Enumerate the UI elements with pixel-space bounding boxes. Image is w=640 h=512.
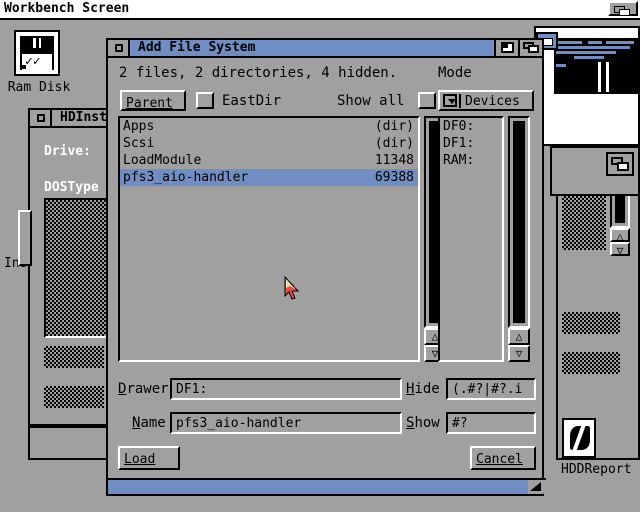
load-button-label: Load <box>124 452 156 467</box>
workbench-screen: Workbench Screen ✓✓ Ram Disk △ ▽ HDDRepo… <box>0 0 640 512</box>
ghost-button-1[interactable] <box>562 312 620 334</box>
size-gadget-icon[interactable] <box>528 480 546 494</box>
hdinstall-button-2[interactable] <box>44 386 104 408</box>
mode-cycle-value: Devices <box>465 94 520 109</box>
cancel-button-label: Cancel <box>476 452 523 467</box>
file-name: Apps <box>123 119 155 134</box>
show-field-label: Show <box>406 415 440 431</box>
hdinstall-label-dostype: DOSType <box>44 180 99 195</box>
hddreport-tool-icon <box>562 418 596 458</box>
depth-gadget-icon <box>614 6 632 16</box>
devices-scrollbar[interactable] <box>508 116 530 328</box>
eastdir-label: EastDir <box>222 93 282 109</box>
background-terminal-window[interactable] <box>534 26 640 146</box>
parent-button[interactable]: Parent <box>120 90 186 111</box>
hide-field-label: Hide <box>406 381 440 397</box>
dialog-title-bar[interactable]: Add File System <box>108 40 542 58</box>
devices-listview[interactable]: DF0: DF1: RAM: <box>438 116 504 362</box>
drawer-field-label: Drawer <box>118 381 169 397</box>
dialog-title-gadgets <box>494 40 542 56</box>
add-file-system-dialog[interactable]: Add File System 2 files, 2 directories, … <box>106 38 546 496</box>
file-list-item[interactable]: Scsi (dir) <box>120 135 418 152</box>
device-list-item[interactable]: RAM: <box>440 152 502 169</box>
name-input-value: pfs3_aio-handler <box>176 416 302 431</box>
dialog-bottom-border <box>108 478 546 494</box>
ghost-scroll-down-arrow[interactable]: ▽ <box>610 242 630 257</box>
show-input-value: #? <box>452 416 468 431</box>
device-name: DF1: <box>443 136 475 151</box>
file-name: pfs3_aio-handler <box>123 170 249 185</box>
drawer-label-rest: rawer <box>126 381 169 397</box>
mode-cycle-gadget[interactable]: Devices <box>438 90 534 111</box>
file-size: 69388 <box>374 170 414 185</box>
floppy-disk-icon: ✓✓ <box>14 30 60 76</box>
close-gadget-icon[interactable] <box>108 40 130 56</box>
name-field-label: Name <box>132 415 166 431</box>
showall-checkbox[interactable] <box>418 92 436 109</box>
device-name: DF0: <box>443 119 475 134</box>
depth-gadget-icon[interactable] <box>518 40 542 56</box>
file-list-item[interactable]: LoadModule 11348 <box>120 152 418 169</box>
hdinstall-side-scrollbar[interactable] <box>18 210 32 266</box>
eastdir-checkbox[interactable] <box>196 92 214 109</box>
dialog-title: Add File System <box>138 40 256 55</box>
file-list-item[interactable]: pfs3_aio-handler 69388 <box>120 169 418 186</box>
file-list-item[interactable]: Apps (dir) <box>120 118 418 135</box>
load-button[interactable]: Load <box>118 446 180 470</box>
mode-label: Mode <box>438 65 472 81</box>
devices-scroll-up-arrow-icon[interactable]: △ <box>508 328 530 345</box>
mouse-cursor <box>283 275 303 302</box>
background-panel-right-2[interactable] <box>550 146 640 196</box>
terminal-text-area <box>554 38 638 94</box>
zoom-gadget-icon[interactable] <box>494 40 518 56</box>
desktop-icon-label: Ram Disk <box>7 80 71 95</box>
ghost-scroll-up-arrow[interactable]: △ <box>610 228 630 243</box>
parent-button-label: Parent <box>126 96 173 111</box>
hide-input[interactable]: (.#?|#?.i <box>446 378 536 400</box>
file-list[interactable]: Apps (dir) Scsi (dir) LoadModule 11348 pfs3_ai… <box>120 118 418 360</box>
status-text: 2 files, 2 directories, 4 hidden. <box>119 65 398 81</box>
device-list[interactable]: DF0: DF1: RAM: <box>440 118 502 360</box>
show-input[interactable]: #? <box>446 412 536 434</box>
hide-input-value: (.#?|#?.i <box>452 382 523 397</box>
screen-title-bar[interactable]: Workbench Screen <box>0 0 640 20</box>
hdinstall-label-drive: Drive: <box>44 144 91 159</box>
hdinstall-button-1[interactable] <box>44 346 104 368</box>
device-name: RAM: <box>443 153 475 168</box>
file-listview[interactable]: Apps (dir) Scsi (dir) LoadModule 11348 pfs3_ai… <box>118 116 420 362</box>
devices-scroll-down-arrow-icon[interactable]: ▽ <box>508 345 530 362</box>
screen-title: Workbench Screen <box>4 1 130 16</box>
desktop-icon-label: HDDReport <box>561 462 632 477</box>
device-list-item[interactable]: DF1: <box>440 135 502 152</box>
file-name: LoadModule <box>123 153 202 168</box>
cycle-gadget-icon <box>443 94 457 107</box>
file-size: 11348 <box>374 153 414 168</box>
showall-label: Show all <box>337 93 405 109</box>
cancel-button[interactable]: Cancel <box>470 446 536 470</box>
close-gadget-icon[interactable] <box>30 110 52 126</box>
hdinstall-title: HDInst <box>60 110 107 125</box>
ghost-button-2[interactable] <box>562 352 620 374</box>
drawer-input-value: DF1: <box>176 382 208 397</box>
file-name: Scsi <box>123 136 155 151</box>
panel-depth-gadget[interactable] <box>606 152 634 176</box>
file-size: (dir) <box>374 136 414 151</box>
drawer-input[interactable]: DF1: <box>170 378 402 400</box>
file-size: (dir) <box>374 119 414 134</box>
name-input[interactable]: pfs3_aio-handler <box>170 412 402 434</box>
device-list-item[interactable]: DF0: <box>440 118 502 135</box>
screen-depth-gadget[interactable] <box>608 1 638 16</box>
